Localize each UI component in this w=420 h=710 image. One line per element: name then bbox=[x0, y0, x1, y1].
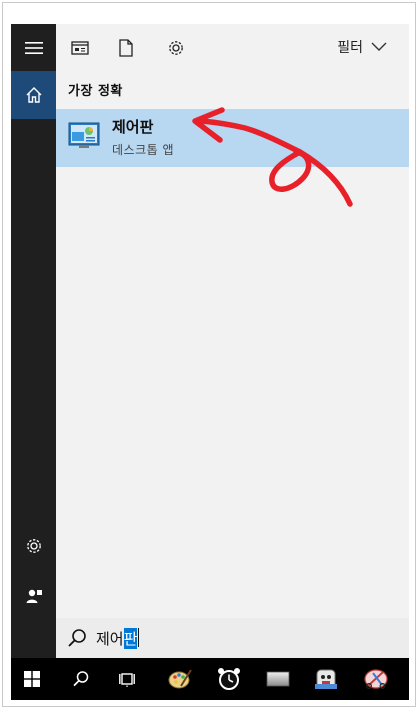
taskbar-search-button[interactable] bbox=[60, 658, 102, 700]
account-button[interactable] bbox=[11, 572, 56, 620]
paint-app-icon bbox=[168, 669, 192, 689]
settings-filter-button[interactable] bbox=[164, 36, 188, 60]
best-match-result[interactable]: 제어판 데스크톱 앱 bbox=[56, 109, 409, 167]
character-app-icon bbox=[315, 669, 337, 689]
settings-icon bbox=[26, 539, 41, 553]
home-icon bbox=[26, 87, 41, 103]
search-typed-text: 제어 bbox=[96, 630, 124, 648]
best-match-heading: 가장 정확 bbox=[68, 84, 123, 99]
paint-app-button[interactable] bbox=[159, 658, 201, 700]
snipping-app-icon bbox=[364, 669, 388, 690]
windows-start-icon bbox=[24, 671, 40, 687]
window-app-button[interactable] bbox=[257, 658, 299, 700]
result-subtitle: 데스크톱 앱 bbox=[112, 143, 175, 157]
text-caret bbox=[138, 628, 140, 647]
search-box[interactable]: 제어 판 bbox=[56, 618, 409, 658]
start-button[interactable] bbox=[11, 658, 53, 700]
search-input[interactable]: 제어 판 bbox=[96, 628, 140, 649]
home-button[interactable] bbox=[11, 71, 56, 119]
control-panel-icon bbox=[68, 122, 100, 148]
snipping-app-button[interactable] bbox=[355, 658, 397, 700]
alarms-app-icon bbox=[218, 668, 240, 690]
taskbar bbox=[11, 658, 409, 700]
task-view-icon bbox=[119, 673, 135, 687]
search-panel: 필터 가장 정확 제어판 데스크톱 앱 제어 판 bbox=[56, 24, 409, 658]
alarms-app-button[interactable] bbox=[208, 658, 250, 700]
search-selected-text: 판 bbox=[123, 628, 138, 649]
search-icon bbox=[73, 671, 89, 687]
task-view-button[interactable] bbox=[107, 658, 149, 700]
settings-button[interactable] bbox=[11, 522, 56, 570]
hamburger-icon bbox=[24, 42, 43, 54]
documents-icon bbox=[119, 39, 133, 57]
toolbar: 필터 bbox=[56, 24, 409, 71]
generic-window-icon bbox=[266, 671, 290, 687]
start-sidebar bbox=[11, 24, 56, 658]
chevron-down-icon bbox=[371, 42, 387, 51]
apps-icon bbox=[71, 41, 89, 55]
user-icon bbox=[26, 589, 42, 603]
menu-button[interactable] bbox=[11, 24, 56, 72]
filter-dropdown[interactable]: 필터 bbox=[337, 34, 387, 60]
character-app-button[interactable] bbox=[305, 658, 347, 700]
filter-label: 필터 bbox=[337, 40, 363, 56]
documents-filter-button[interactable] bbox=[114, 36, 138, 60]
apps-filter-button[interactable] bbox=[68, 36, 92, 60]
result-title: 제어판 bbox=[112, 118, 154, 136]
search-icon bbox=[68, 629, 86, 647]
settings-icon bbox=[169, 41, 183, 55]
